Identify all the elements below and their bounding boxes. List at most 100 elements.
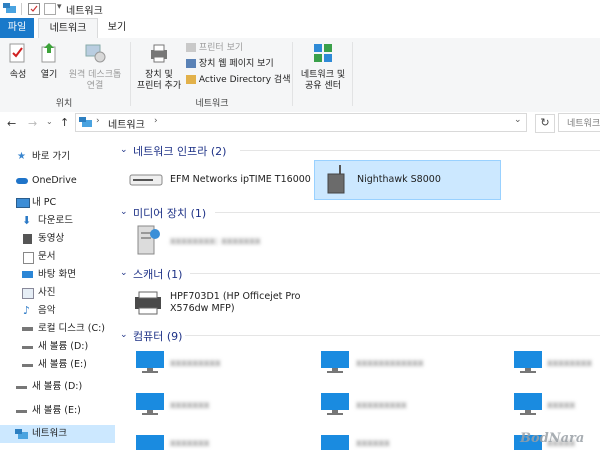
add-device-label-1: 장치 및	[145, 70, 173, 80]
sidebar-item-downloads[interactable]: ⬇ 다운로드	[0, 212, 115, 230]
monitor-icon	[136, 435, 164, 450]
list-item[interactable]: xxxxxxxx: xxxxxxx	[126, 222, 306, 260]
group-title-computers[interactable]: 컴퓨터 (9)	[133, 328, 182, 344]
video-icon	[23, 234, 32, 244]
sidebar-item-pictures[interactable]: 사진	[0, 284, 115, 302]
tab-network[interactable]: 네트워크	[38, 18, 98, 39]
list-item[interactable]: xxxxx	[505, 388, 600, 422]
group-label-network: 네트워크	[195, 99, 229, 109]
group-title-media[interactable]: 미디어 장치 (1)	[133, 205, 206, 221]
breadcrumb-separator-icon[interactable]: ›	[96, 116, 100, 126]
forward-icon[interactable]: →	[28, 117, 37, 130]
list-item[interactable]: xxxxxxx	[126, 388, 306, 422]
device-name: EFM Networks ipTIME T16000	[170, 174, 311, 185]
sidebar-item-volume-e[interactable]: 새 볼륨 (E:)	[0, 356, 115, 374]
list-item[interactable]: HPF703D1 (HP Officejet Pro X576dw MFP)	[126, 286, 306, 322]
collapse-chevron-icon[interactable]: ⌄	[120, 145, 128, 155]
search-input[interactable]: 네트워크	[558, 113, 600, 132]
ribbon-divider	[130, 42, 131, 106]
computer-name: xxxxx	[547, 400, 576, 411]
sidebar-item-label: 새 볼륨 (E:)	[32, 405, 81, 416]
disk-icon	[22, 327, 33, 331]
sidebar-item-local-disk-c[interactable]: 로컬 디스크 (C:)	[0, 320, 115, 338]
group-title-scanner[interactable]: 스캐너 (1)	[133, 266, 182, 282]
device-web-page-button[interactable]: 장치 웹 페이지 보기	[186, 58, 274, 71]
sidebar-item-documents[interactable]: 문서	[0, 248, 115, 266]
properties-button[interactable]: 속성	[2, 42, 34, 81]
network-sharing-center-button[interactable]: 네트워크 및 공유 센터	[296, 42, 350, 92]
drive-icon	[16, 410, 27, 413]
router-icon	[327, 165, 345, 194]
computer-name: xxxxxxx	[170, 400, 210, 411]
active-directory-button[interactable]: Active Directory 검색	[186, 74, 290, 87]
group-title-infrastructure[interactable]: 네트워크 인프라 (2)	[133, 143, 226, 159]
directory-icon	[186, 75, 196, 84]
remote-desktop-button[interactable]: 원격 데스크톱 연결	[64, 42, 126, 92]
cloud-icon	[16, 178, 28, 184]
music-icon: ♪	[23, 304, 31, 317]
ribbon: 속성 열기 원격 데스크톱 연결 위치 장치 및 프린터 추가 프린터 보기 장…	[0, 38, 600, 113]
address-dropdown-icon[interactable]: ⌄	[514, 115, 522, 125]
sidebar-item-this-pc[interactable]: 내 PC	[0, 194, 115, 212]
collapse-chevron-icon[interactable]: ⌄	[120, 330, 128, 340]
breadcrumb-separator-icon[interactable]: ›	[154, 116, 158, 126]
device-name: Nighthawk S8000	[357, 174, 441, 185]
sidebar-item-label: 바로 가기	[32, 151, 70, 162]
add-device-label-2: 프린터 추가	[136, 81, 182, 91]
tab-file[interactable]: 파일	[0, 18, 34, 38]
refresh-icon[interactable]: ↻	[535, 114, 555, 133]
group-divider	[185, 335, 600, 336]
collapse-chevron-icon[interactable]: ⌄	[120, 207, 128, 217]
media-server-icon	[137, 225, 160, 255]
add-device-button[interactable]: 장치 및 프린터 추가	[134, 42, 184, 92]
drive-icon	[16, 386, 27, 389]
sidebar-item-volume-d-2[interactable]: 새 볼륨 (D:)	[0, 378, 115, 396]
tab-view[interactable]: 보기	[100, 18, 134, 38]
sidebar-item-label: 문서	[38, 251, 56, 262]
list-item-selected[interactable]: Nighthawk S8000	[314, 160, 501, 200]
new-folder-icon[interactable]	[44, 3, 56, 15]
list-item[interactable]: xxxxxxxxx	[314, 388, 494, 422]
sidebar-item-videos[interactable]: 동영상	[0, 230, 115, 248]
computer-name: xxxxxxxxx	[356, 400, 407, 411]
sidebar-item-volume-d[interactable]: 새 볼륨 (D:)	[0, 338, 115, 356]
device-name-line1: HPF703D1 (HP Officejet Pro	[170, 291, 301, 302]
sidebar-item-label: 다운로드	[38, 215, 73, 226]
sidebar-item-label: 로컬 디스크 (C:)	[38, 323, 105, 334]
breadcrumb-network[interactable]: 네트워크	[108, 116, 145, 131]
sidebar-item-quick-access[interactable]: ★ 바로 가기	[0, 148, 115, 166]
router-icon	[129, 174, 163, 186]
list-item[interactable]: xxxxxxxx	[505, 346, 600, 380]
active-directory-label: Active Directory 검색	[198, 75, 291, 85]
monitor-icon	[514, 351, 542, 373]
list-item[interactable]: xxxxxxxxx	[126, 346, 306, 380]
list-item[interactable]: EFM Networks ipTIME T16000	[126, 162, 311, 198]
list-item[interactable]: xxxxxxxxxxxx	[314, 346, 494, 380]
group-divider	[240, 150, 600, 151]
monitor-icon	[321, 351, 349, 373]
printer-small-icon	[186, 43, 196, 52]
device-web-label: 장치 웹 페이지 보기	[198, 59, 274, 69]
star-icon: ★	[17, 151, 26, 162]
list-item[interactable]: xxxxxxx	[126, 430, 306, 450]
customize-toolbar-icon[interactable]: ▾	[57, 2, 62, 12]
sidebar-item-volume-e-2[interactable]: 새 볼륨 (E:)	[0, 402, 115, 420]
watermark-logo: BodNara	[520, 431, 585, 446]
back-icon[interactable]: ←	[7, 117, 16, 130]
list-item[interactable]: xxxxxx	[314, 430, 494, 450]
sidebar-item-network[interactable]: 네트워크	[0, 425, 115, 443]
navigation-pane: ★ 바로 가기 OneDrive 내 PC ⬇ 다운로드 동영상 문서 바탕 화…	[0, 136, 115, 450]
up-icon[interactable]: ↑	[60, 116, 69, 129]
open-button[interactable]: 열기	[34, 42, 64, 81]
printer-icon	[151, 44, 167, 63]
sidebar-item-music[interactable]: ♪ 음악	[0, 302, 115, 320]
remote-desktop-label-1: 원격 데스크톱	[68, 70, 122, 80]
address-bar[interactable]: › 네트워크 › ⌄	[75, 113, 527, 132]
printer-view-button[interactable]: 프린터 보기	[186, 42, 243, 55]
sidebar-item-desktop[interactable]: 바탕 화면	[0, 266, 115, 284]
quick-access-properties-icon[interactable]	[28, 3, 40, 15]
recent-locations-icon[interactable]: ⌄	[46, 117, 53, 126]
sidebar-item-onedrive[interactable]: OneDrive	[0, 172, 115, 190]
collapse-chevron-icon[interactable]: ⌄	[120, 268, 128, 278]
computer-name: xxxxxxxxxxxx	[356, 358, 424, 369]
